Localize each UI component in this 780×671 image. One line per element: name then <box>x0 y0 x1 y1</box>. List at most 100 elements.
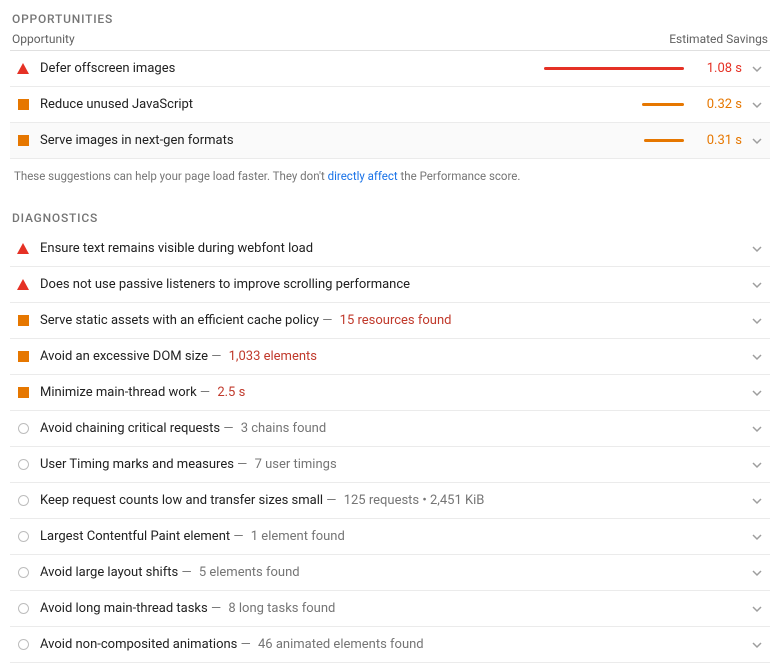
detail-dash: — <box>233 529 243 544</box>
diagnostic-detail: 5 elements found <box>199 565 300 580</box>
savings-bar <box>544 67 684 70</box>
savings-value: 0.32 s <box>694 97 742 112</box>
diagnostic-row[interactable]: Minimize main-thread work — 2.5 s <box>10 375 770 411</box>
average-icon <box>16 386 30 400</box>
detail-dash: — <box>223 421 233 436</box>
diagnostic-title: Avoid non-composited animations — 46 ani… <box>40 637 587 652</box>
diagnostic-title: Avoid long main-thread tasks — 8 long ta… <box>40 601 543 616</box>
diagnostic-row[interactable]: Avoid large layout shifts — 5 elements f… <box>10 555 770 591</box>
chevron-down-icon <box>750 422 764 436</box>
diagnostic-row[interactable]: Keep request counts low and transfer siz… <box>10 483 770 519</box>
diagnostic-detail: 1,033 elements <box>229 349 317 364</box>
diagnostic-title: Serve static assets with an efficient ca… <box>40 313 601 328</box>
opportunities-section: OPPORTUNITIES Opportunity Estimated Savi… <box>10 8 770 207</box>
diagnostic-detail: 1 element found <box>251 529 345 544</box>
chevron-down-icon <box>750 350 764 364</box>
opportunities-header: OPPORTUNITIES <box>10 8 770 32</box>
diagnostic-title: Avoid an excessive DOM size — 1,033 elem… <box>40 349 534 364</box>
disclaimer-link[interactable]: directly affect <box>328 169 398 183</box>
opportunity-title: Reduce unused JavaScript <box>40 97 534 112</box>
info-icon <box>16 566 30 580</box>
chevron-down-icon <box>750 458 764 472</box>
diagnostics-list: Ensure text remains visible during webfo… <box>10 231 770 663</box>
chevron-down-icon <box>750 530 764 544</box>
diagnostic-title-text: Keep request counts low and transfer siz… <box>40 493 323 508</box>
opportunity-title: Serve images in next-gen formats <box>40 133 534 148</box>
diagnostic-row[interactable]: Avoid long main-thread tasks — 8 long ta… <box>10 591 770 627</box>
savings-bar-container <box>534 103 684 106</box>
chevron-down-icon <box>750 62 764 76</box>
diagnostic-title: Ensure text remains visible during webfo… <box>40 241 532 256</box>
info-icon <box>16 530 30 544</box>
savings-bar <box>642 103 684 106</box>
diagnostics-header: DIAGNOSTICS <box>10 207 770 231</box>
chevron-down-icon <box>750 242 764 256</box>
detail-dash: — <box>326 493 336 508</box>
column-savings: Estimated Savings <box>669 32 768 46</box>
diagnostic-title: Largest Contentful Paint element — 1 ele… <box>40 529 547 544</box>
chevron-down-icon <box>750 602 764 616</box>
diagnostic-row[interactable]: Does not use passive listeners to improv… <box>10 267 770 303</box>
diagnostic-title-text: Largest Contentful Paint element <box>40 529 230 544</box>
chevron-down-icon <box>750 134 764 148</box>
disclaimer-pre: These suggestions can help your page loa… <box>14 169 328 183</box>
fail-icon <box>16 62 30 76</box>
diagnostic-title-text: Avoid chaining critical requests <box>40 421 220 436</box>
fail-icon <box>16 278 30 292</box>
chevron-down-icon <box>750 494 764 508</box>
detail-dash: — <box>181 565 191 580</box>
chevron-down-icon <box>750 638 764 652</box>
chevron-down-icon <box>750 566 764 580</box>
info-icon <box>16 602 30 616</box>
diagnostic-title-text: Minimize main-thread work <box>40 385 197 400</box>
diagnostic-title-text: Ensure text remains visible during webfo… <box>40 241 313 256</box>
diagnostic-detail: 125 requests • 2,451 KiB <box>344 493 485 508</box>
diagnostic-detail: 46 animated elements found <box>258 637 424 652</box>
diagnostic-row[interactable]: Avoid chaining critical requests — 3 cha… <box>10 411 770 447</box>
opportunity-row[interactable]: Serve images in next-gen formats0.31 s <box>10 123 770 159</box>
detail-dash: — <box>322 313 332 328</box>
info-icon <box>16 494 30 508</box>
chevron-down-icon <box>750 314 764 328</box>
diagnostic-title: Avoid large layout shifts — 5 elements f… <box>40 565 525 580</box>
chevron-down-icon <box>750 98 764 112</box>
diagnostic-title: User Timing marks and measures — 7 user … <box>40 457 543 472</box>
opportunities-list: Defer offscreen images1.08 sReduce unuse… <box>10 51 770 159</box>
fail-icon <box>16 242 30 256</box>
diagnostic-detail: 15 resources found <box>340 313 452 328</box>
diagnostic-title-text: Serve static assets with an efficient ca… <box>40 313 319 328</box>
diagnostic-row[interactable]: User Timing marks and measures — 7 user … <box>10 447 770 483</box>
disclaimer-post: the Performance score. <box>398 169 521 183</box>
diagnostics-section: DIAGNOSTICS Ensure text remains visible … <box>10 207 770 663</box>
diagnostic-title-text: User Timing marks and measures <box>40 457 234 472</box>
diagnostic-row[interactable]: Avoid an excessive DOM size — 1,033 elem… <box>10 339 770 375</box>
info-icon <box>16 638 30 652</box>
diagnostic-title: Avoid chaining critical requests — 3 cha… <box>40 421 538 436</box>
savings-bar-container <box>534 139 684 142</box>
diagnostic-title-text: Avoid large layout shifts <box>40 565 178 580</box>
opportunities-disclaimer: These suggestions can help your page loa… <box>10 159 770 207</box>
diagnostic-row[interactable]: Largest Contentful Paint element — 1 ele… <box>10 519 770 555</box>
diagnostic-title: Keep request counts low and transfer siz… <box>40 493 617 508</box>
info-icon <box>16 458 30 472</box>
diagnostic-row[interactable]: Serve static assets with an efficient ca… <box>10 303 770 339</box>
detail-dash: — <box>237 457 247 472</box>
diagnostic-title-text: Avoid an excessive DOM size <box>40 349 208 364</box>
chevron-down-icon <box>750 278 764 292</box>
opportunities-columns: Opportunity Estimated Savings <box>10 32 770 51</box>
opportunity-title: Defer offscreen images <box>40 61 534 76</box>
diagnostic-title-text: Does not use passive listeners to improv… <box>40 277 410 292</box>
average-icon <box>16 134 30 148</box>
savings-bar <box>644 139 684 142</box>
diagnostic-detail: 8 long tasks found <box>228 601 335 616</box>
detail-dash: — <box>211 349 221 364</box>
opportunity-row[interactable]: Reduce unused JavaScript 0.32 s <box>10 87 770 123</box>
diagnostic-row[interactable]: Avoid non-composited animations — 46 ani… <box>10 627 770 663</box>
column-opportunity: Opportunity <box>12 32 75 46</box>
opportunity-row[interactable]: Defer offscreen images1.08 s <box>10 51 770 87</box>
average-icon <box>16 350 30 364</box>
diagnostic-detail: 7 user timings <box>255 457 337 472</box>
diagnostic-title: Minimize main-thread work — 2.5 s <box>40 385 498 400</box>
detail-dash: — <box>211 601 221 616</box>
diagnostic-row[interactable]: Ensure text remains visible during webfo… <box>10 231 770 267</box>
